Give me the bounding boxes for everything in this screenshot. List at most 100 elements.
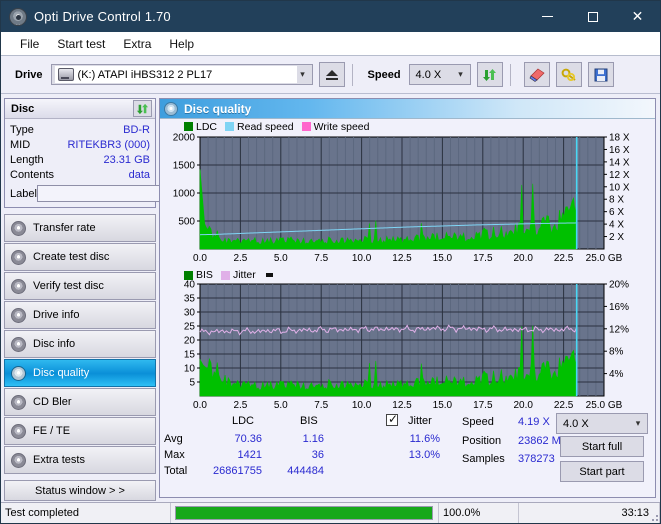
svg-text:17.5: 17.5 [473,400,493,411]
speed-select-value: 4.0 X [415,68,442,81]
svg-text:12.5: 12.5 [392,253,412,264]
disc-row-length-value: 23.31 GB [103,153,150,166]
svg-text:0.0: 0.0 [193,400,207,411]
disc-row-length: Length 23.31 GB [10,152,150,167]
resize-grip-icon[interactable] [648,511,658,521]
drive-select[interactable]: (K:) ATAPI iHBS312 2 PL17 ▾ [50,64,313,85]
refresh-button[interactable] [476,62,503,87]
disc-row-length-key: Length [10,153,44,166]
svg-text:12%: 12% [609,324,629,335]
menu-item-start-test[interactable]: Start test [48,35,114,53]
sidebar-item-create-test-disc[interactable]: Create test disc [4,243,156,271]
sidebar-item-disc-info[interactable]: Disc info [4,330,156,358]
speed-select[interactable]: 4.0 X ▾ [408,64,471,85]
disc-icon [11,365,26,381]
svg-text:6 X: 6 X [609,207,624,218]
chevron-down-icon: ▾ [635,418,641,428]
stats-max-bis: 36 [311,449,324,461]
svg-text:20: 20 [184,336,196,347]
chart-svg: 5 10 15 20 25 30 35 40 4% 8% 12% 16% 20% 0.0 2.5 5.0 7.5… [184,280,629,412]
legend-label-read-speed: Read speed [237,120,294,133]
sidebar-item-verify-test-disc[interactable]: Verify test disc [4,272,156,300]
svg-text:2.5: 2.5 [233,400,247,411]
svg-text:5.0: 5.0 [274,400,288,411]
content-area: Disc quality LDC Read speed Write speed [159,94,660,498]
sidebar-item-extra-tests[interactable]: Extra tests [4,446,156,474]
svg-text:15.0: 15.0 [433,400,453,411]
legend-swatch-bis [184,270,193,280]
svg-text:2000: 2000 [173,133,196,144]
sidebar-item-disc-quality[interactable]: Disc quality [4,359,156,387]
sidebar-item-cd-bler[interactable]: CD Bler [4,388,156,416]
minimize-button[interactable] [525,1,570,32]
disc-panel-header: Disc [5,99,155,119]
disc-label-row: Label [10,184,238,203]
close-button[interactable]: ✕ [615,1,660,32]
sidebar-item-label: FE / TE [33,425,71,437]
erase-button[interactable] [523,62,550,87]
progress-bar [171,502,439,523]
save-button[interactable] [587,62,614,87]
stats-avg-jitter: 11.6% [409,433,440,445]
drive-icon [57,68,74,81]
svg-text:7.5: 7.5 [314,400,328,411]
stats-row-total-label: Total [164,465,188,477]
disc-properties: Type BD-R MID RITEKBR3 (000) Length 23.3… [5,119,238,207]
drive-select-value: (K:) ATAPI iHBS312 2 PL17 [77,68,213,81]
sidebar-item-transfer-rate[interactable]: Transfer rate [4,214,156,242]
svg-text:2.5: 2.5 [233,253,247,264]
disc-row-mid: MID RITEKBR3 (000) [10,137,150,152]
menu-item-file[interactable]: File [11,35,48,53]
stats-row-max-label: Max [164,449,185,461]
disc-row-mid-value: RITEKBR3 (000) [67,138,150,151]
refresh-icon [136,103,149,114]
disc-refresh-button[interactable] [133,100,152,117]
menu-item-extra[interactable]: Extra [114,35,160,53]
sidebar-item-fe-te[interactable]: FE / TE [4,417,156,445]
start-full-button[interactable]: Start full [560,436,644,457]
legend-entry-ldc: LDC [184,121,217,133]
disc-row-type: Type BD-R [10,122,150,137]
menu-item-help[interactable]: Help [160,35,203,53]
status-window-button[interactable]: Status window > > [4,480,156,501]
stats-position-label: Position [462,435,502,447]
disc-icon [11,336,26,352]
stats-panel: LDC BIS Jitter Avg 70.36 1.16 11.6% Max … [160,412,655,485]
svg-text:12.5: 12.5 [392,400,412,411]
svg-text:35: 35 [184,294,196,305]
maximize-button[interactable] [570,1,615,32]
sidebar-item-drive-info[interactable]: Drive info [4,301,156,329]
disc-row-contents: Contents data [10,167,150,182]
svg-text:30: 30 [184,308,196,319]
svg-text:25.0 GB: 25.0 GB [586,253,623,264]
elapsed-time: 33:13 [519,502,660,523]
progress-percent: 100.0% [439,502,519,523]
chart-bottom-legend: BIS Jitter [160,266,655,281]
eject-icon [325,69,338,80]
window-title: Opti Drive Control 1.70 [34,9,171,24]
stats-avg-ldc: 70.36 [234,433,262,445]
legend-entry-write-speed: Write speed [301,121,370,133]
chart-top-legend: LDC Read speed Write speed [160,119,655,133]
disc-row-contents-key: Contents [10,168,55,181]
keys-button[interactable] [555,62,582,87]
sidebar-item-label: Disc quality [33,367,90,379]
refresh-icon [483,68,497,81]
svg-text:16%: 16% [609,302,629,313]
sidebar-item-label: Extra tests [33,454,85,466]
stats-total-bis: 444484 [287,465,324,477]
jitter-checkbox[interactable] [386,412,398,427]
disc-icon [11,278,26,294]
chart-bis-jitter[interactable]: 5 10 15 20 25 30 35 40 4% 8% 12% 16% 20% 0.0 2.5 5.0 7.5… [160,280,655,413]
sidebar-item-label: CD Bler [33,396,72,408]
chart-svg: 5001000150020002 X4 X6 X8 X10 X12 X14 X1… [173,133,630,265]
start-part-button[interactable]: Start part [560,461,644,482]
svg-text:25.0 GB: 25.0 GB [586,400,623,411]
toolbar: Drive (K:) ATAPI iHBS312 2 PL17 ▾ Speed … [1,56,660,94]
chart-ldc-read-speed[interactable]: 500 1000 1500 2000 2 X4 X6 X8 X 10 X 12 X 14 X1… [160,133,655,266]
legend-label-ldc: LDC [196,120,218,133]
test-speed-select[interactable]: 4.0 X ▾ [556,413,648,434]
drive-select-value-wrap: (K:) ATAPI iHBS312 2 PL17 [54,66,297,83]
eject-button[interactable] [318,62,345,87]
legend-swatch-read-speed [225,122,235,131]
